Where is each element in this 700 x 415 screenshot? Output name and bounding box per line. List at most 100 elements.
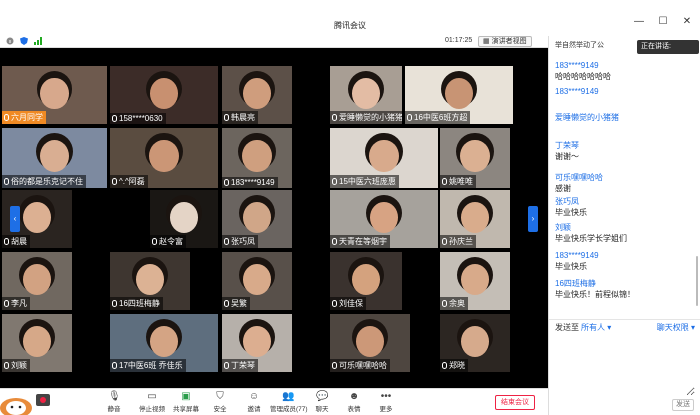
shield-icon[interactable] xyxy=(20,37,28,45)
video-tile[interactable]: 赵令富 xyxy=(150,190,218,248)
chat-sender[interactable]: 爱睡懒觉的小猪猪 xyxy=(555,112,695,123)
speaker-view-button[interactable]: ▦ 演讲者视图 xyxy=(478,36,532,47)
chat-sender[interactable]: 可乐嘿嘿哈哈 xyxy=(555,172,695,183)
participant-name: 刘佳保 xyxy=(339,299,363,308)
video-tile[interactable]: 孙庆兰 xyxy=(440,190,510,248)
video-tile[interactable]: 15中医六班庞惠 xyxy=(330,128,438,188)
send-to-dropdown[interactable]: 所有人 ▾ xyxy=(581,322,611,333)
participant-face xyxy=(460,325,490,357)
video-tile[interactable]: 六月同学 xyxy=(2,66,107,124)
video-tile[interactable]: 158****0630 xyxy=(110,66,218,124)
chat-sender[interactable]: 16四班梅静 xyxy=(555,278,695,289)
video-tile[interactable]: 183****9149 xyxy=(222,128,292,188)
video-tile[interactable]: 16四班梅静 xyxy=(110,252,190,310)
video-tile[interactable]: 17中医6班 乔佳乐 xyxy=(110,314,218,372)
video-tile[interactable]: 韩晨亮 xyxy=(222,66,292,124)
participant-name-label: 刘佳保 xyxy=(330,297,366,310)
chat-sender[interactable]: 刘颖 xyxy=(555,222,695,233)
chat-message: 16四班梅静 毕业快乐！前程似锦！ xyxy=(555,278,695,300)
end-meeting-button[interactable]: 结束会议 xyxy=(495,395,535,410)
users-icon: 👥 xyxy=(282,391,295,402)
chat-input[interactable] xyxy=(553,336,695,396)
chat-sender[interactable]: 丁荣琴 xyxy=(555,140,695,151)
participant-name-label: 赵令富 xyxy=(150,235,186,248)
participant-face xyxy=(22,201,52,233)
video-tile[interactable]: 俗的都是乐克记不住 xyxy=(2,128,107,188)
reactions-label: 表情 xyxy=(347,406,361,413)
chat-partial-message: 举自然举动了公 xyxy=(555,42,604,49)
participant-name-label: 183****9149 xyxy=(222,177,278,188)
participant-name-label: 张巧凤 xyxy=(222,235,258,248)
mute-button[interactable]: 🎙 静音 xyxy=(96,391,132,413)
microphone-icon xyxy=(224,114,229,121)
share-screen-button[interactable]: ▣ 共享屏幕 xyxy=(168,391,204,413)
video-tile[interactable]: 张巧凤 xyxy=(222,190,292,248)
invite-button[interactable]: ☺ 邀请 xyxy=(236,391,272,413)
speaking-indicator: 正在讲话: xyxy=(637,40,699,54)
participant-face xyxy=(242,201,272,233)
participant-name-label: 郑晓 xyxy=(440,359,468,372)
participant-face xyxy=(22,325,52,357)
mascot-sticker xyxy=(0,390,54,415)
chat-permission-dropdown[interactable]: 聊天权限 ▾ xyxy=(657,322,695,333)
security-button[interactable]: ⛉ 安全 xyxy=(202,391,238,413)
participant-name-label: 胡晨 xyxy=(2,235,30,248)
chat-icon: 💬 xyxy=(316,391,329,402)
video-tile[interactable]: 吴繁 xyxy=(222,252,292,310)
reactions-button[interactable]: ☻ 表情 xyxy=(336,391,372,413)
participant-name-label: 吴繁 xyxy=(222,297,250,310)
participant-face xyxy=(369,140,399,173)
video-tile[interactable]: 丁荣琴 xyxy=(222,314,292,372)
prev-page-button[interactable]: ‹ xyxy=(10,206,20,232)
video-tile[interactable]: 天青在等烟宇 xyxy=(330,190,438,248)
video-tile[interactable]: 李凡 xyxy=(2,252,72,310)
chat-sender[interactable]: 183****9149 xyxy=(555,60,695,71)
video-tile[interactable]: 郑晓 xyxy=(440,314,510,372)
meeting-timer: 01:17:25 xyxy=(445,37,473,44)
participant-name: 姚唯唯 xyxy=(449,177,473,186)
microphone-icon xyxy=(332,178,337,185)
send-to-row: 发送至 所有人 ▾ 聊天权限 ▾ xyxy=(549,319,700,333)
participant-name-label: 李凡 xyxy=(2,297,30,310)
microphone-icon xyxy=(4,178,9,185)
chat-scrollbar[interactable] xyxy=(696,256,698,306)
video-tile[interactable]: 余奥 xyxy=(440,252,510,310)
participant-name: 余奥 xyxy=(449,299,465,308)
participant-name-label: 爱睡懒觉的小猪猪 xyxy=(330,111,402,124)
microphone-icon xyxy=(442,178,447,185)
participant-face xyxy=(22,263,52,295)
microphone-icon xyxy=(4,362,9,369)
chat-sender[interactable]: 张巧凤 xyxy=(555,196,695,207)
chat-message: 丁荣琴 谢谢～ xyxy=(555,140,695,162)
chat-message: 183****9149 毕业快乐 xyxy=(555,250,695,272)
video-tile[interactable]: 可乐嘿嘿哈哈 xyxy=(330,314,410,372)
next-page-button[interactable]: › xyxy=(528,206,538,232)
microphone-icon xyxy=(4,114,9,121)
video-tile[interactable]: 16中医6班方超 xyxy=(405,66,513,124)
chat-sender[interactable]: 183****9149 xyxy=(555,250,695,261)
participant-face xyxy=(351,263,381,295)
microphone-icon xyxy=(224,362,229,369)
participant-name-label: 17中医6班 乔佳乐 xyxy=(110,359,186,372)
microphone-icon xyxy=(224,238,229,245)
stop-video-button[interactable]: ▭ 停止视频 xyxy=(134,391,170,413)
video-tile[interactable]: 刘佳保 xyxy=(330,252,402,310)
video-tile[interactable]: 姚唯唯 xyxy=(440,128,510,188)
close-button[interactable]: ✕ xyxy=(680,16,694,28)
microphone-icon xyxy=(4,238,9,245)
video-tile[interactable]: 刘颖 xyxy=(2,314,72,372)
participant-name-label: 158****0630 xyxy=(110,113,166,124)
more-button[interactable]: ••• 更多 xyxy=(368,391,404,413)
participants-button[interactable]: 👥 管理成员(77) xyxy=(270,391,308,413)
minimize-button[interactable]: — xyxy=(632,16,646,28)
microphone-icon xyxy=(442,238,447,245)
video-tile[interactable]: 爱睡懒觉的小猪猪 xyxy=(330,66,402,124)
info-icon[interactable] xyxy=(6,37,14,45)
participant-name-label: 刘颖 xyxy=(2,359,30,372)
send-button[interactable]: 发送 xyxy=(672,399,694,411)
maximize-button[interactable]: ☐ xyxy=(656,16,670,28)
participant-name: 天青在等烟宇 xyxy=(339,237,387,246)
chat-button[interactable]: 💬 聊天 xyxy=(304,391,340,413)
video-tile[interactable]: ^.^阿磊 xyxy=(110,128,218,188)
chat-sender[interactable]: 183****9149 xyxy=(555,86,695,97)
